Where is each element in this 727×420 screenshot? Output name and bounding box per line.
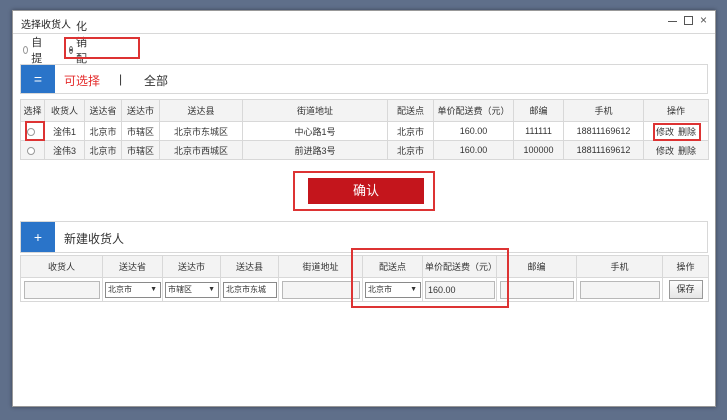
delete-link[interactable]: 删除	[678, 146, 696, 156]
save-button[interactable]: 保存	[668, 280, 703, 299]
cell-zip: 100000	[513, 140, 564, 160]
close-icon[interactable]: ×	[699, 14, 708, 26]
table-row: 淦伟3 北京市 市辖区 北京市西城区 前进路3号 北京市 160.00 1000…	[20, 140, 709, 160]
minimize-icon[interactable]	[668, 16, 677, 22]
cell-city: 市辖区	[121, 121, 160, 141]
self-pickup-label: 自 提	[31, 37, 43, 65]
select-section-header: = 可选择 | 全部	[20, 64, 708, 94]
maximize-icon[interactable]	[684, 16, 693, 25]
highlight-box-new-delivery	[351, 248, 509, 308]
col-name: 收货人	[44, 99, 85, 122]
province-cell: 北京市 ▼	[102, 277, 163, 302]
street-input[interactable]	[281, 280, 360, 299]
col-phone: 手机	[563, 99, 644, 122]
cell-city: 市辖区	[121, 140, 160, 160]
cell-street: 前进路3号	[242, 140, 388, 160]
county-select[interactable]: 北京市东城	[223, 281, 277, 298]
cell-zip: 111111	[513, 121, 564, 141]
cell-name: 淦伟1	[44, 121, 85, 141]
self-pickup-option[interactable]: 自 提	[23, 37, 45, 65]
cell-fee: 160.00	[433, 121, 514, 141]
cell-province: 北京市	[84, 121, 122, 141]
col-point: 配送点	[387, 99, 434, 122]
name-input[interactable]	[23, 280, 100, 299]
dialog-titlebar: 选择收货人 ×	[13, 11, 715, 34]
new-col-street: 街道地址	[278, 255, 363, 278]
cell-point: 北京市	[387, 121, 434, 141]
col-street: 街道地址	[242, 99, 388, 122]
cell-name: 淦伟3	[44, 140, 85, 160]
cell-fee: 160.00	[433, 140, 514, 160]
confirm-button[interactable]: 确认	[308, 178, 424, 204]
cell-county: 北京市西城区	[159, 140, 243, 160]
col-zip: 邮编	[513, 99, 564, 122]
phone-cell	[576, 277, 663, 302]
new-col-phone: 手机	[576, 255, 663, 278]
new-consignee-title: 新建收货人	[64, 232, 125, 246]
self-pickup-radio[interactable]	[23, 46, 29, 54]
add-icon[interactable]: +	[21, 222, 55, 252]
name-cell	[20, 277, 103, 302]
new-col-actions: 操作	[662, 255, 709, 278]
zip-input[interactable]	[499, 280, 574, 299]
cell-phone: 18811169612	[563, 140, 644, 160]
tab-available[interactable]: 可选择	[64, 72, 100, 89]
col-county: 送达县	[159, 99, 243, 122]
province-select[interactable]: 北京市 ▼	[105, 281, 161, 298]
dropdown-arrow-icon: ▼	[208, 285, 215, 293]
dialog-title: 选择收货人	[21, 20, 71, 31]
col-actions: 操作	[643, 99, 709, 122]
col-select: 选择	[20, 99, 45, 122]
county-cell: 北京市东城	[220, 277, 279, 302]
city-select[interactable]: 市辖区 ▼	[165, 281, 219, 298]
col-fee: 单价配送费（元）	[433, 99, 514, 122]
table-header-row: 选择 收货人 送达省 送达市 送达县 街道地址 配送点 单价配送费（元） 邮编 …	[20, 99, 709, 122]
cell-province: 北京市	[84, 140, 122, 160]
highlight-box-delivery	[64, 37, 140, 59]
city-cell: 市辖区 ▼	[162, 277, 221, 302]
list-icon: =	[21, 65, 55, 93]
tab-all[interactable]: 全部	[144, 72, 168, 89]
select-consignee-dialog: 选择收货人 × 自 提 化销配送 = 可选择 | 全部 选择 收货人 送达省 送	[12, 10, 716, 407]
new-col-city: 送达市	[162, 255, 221, 278]
street-cell	[278, 277, 363, 302]
dropdown-arrow-icon: ▼	[150, 285, 157, 293]
save-cell: 保存	[662, 277, 709, 302]
row-select-cell	[20, 140, 45, 160]
new-col-province: 送达省	[102, 255, 163, 278]
new-col-county: 送达县	[220, 255, 279, 278]
cell-actions: 修改 删除	[643, 140, 709, 160]
cell-point: 北京市	[387, 140, 434, 160]
cell-phone: 18811169612	[563, 121, 644, 141]
row-select-radio[interactable]	[27, 146, 35, 155]
phone-input[interactable]	[579, 280, 660, 299]
col-city: 送达市	[121, 99, 160, 122]
cell-street: 中心路1号	[242, 121, 388, 141]
highlight-box-row-actions	[653, 123, 701, 141]
col-province: 送达省	[84, 99, 122, 122]
edit-link[interactable]: 修改	[656, 146, 674, 156]
highlight-box-row-select	[25, 121, 45, 141]
table-row: 淦伟1 北京市 市辖区 北京市东城区 中心路1号 北京市 160.00 1111…	[20, 121, 709, 141]
consignee-table: 选择 收货人 送达省 送达市 送达县 街道地址 配送点 单价配送费（元） 邮编 …	[20, 99, 709, 160]
cell-county: 北京市东城区	[159, 121, 243, 141]
new-col-name: 收货人	[20, 255, 103, 278]
tab-separator: |	[119, 72, 123, 86]
